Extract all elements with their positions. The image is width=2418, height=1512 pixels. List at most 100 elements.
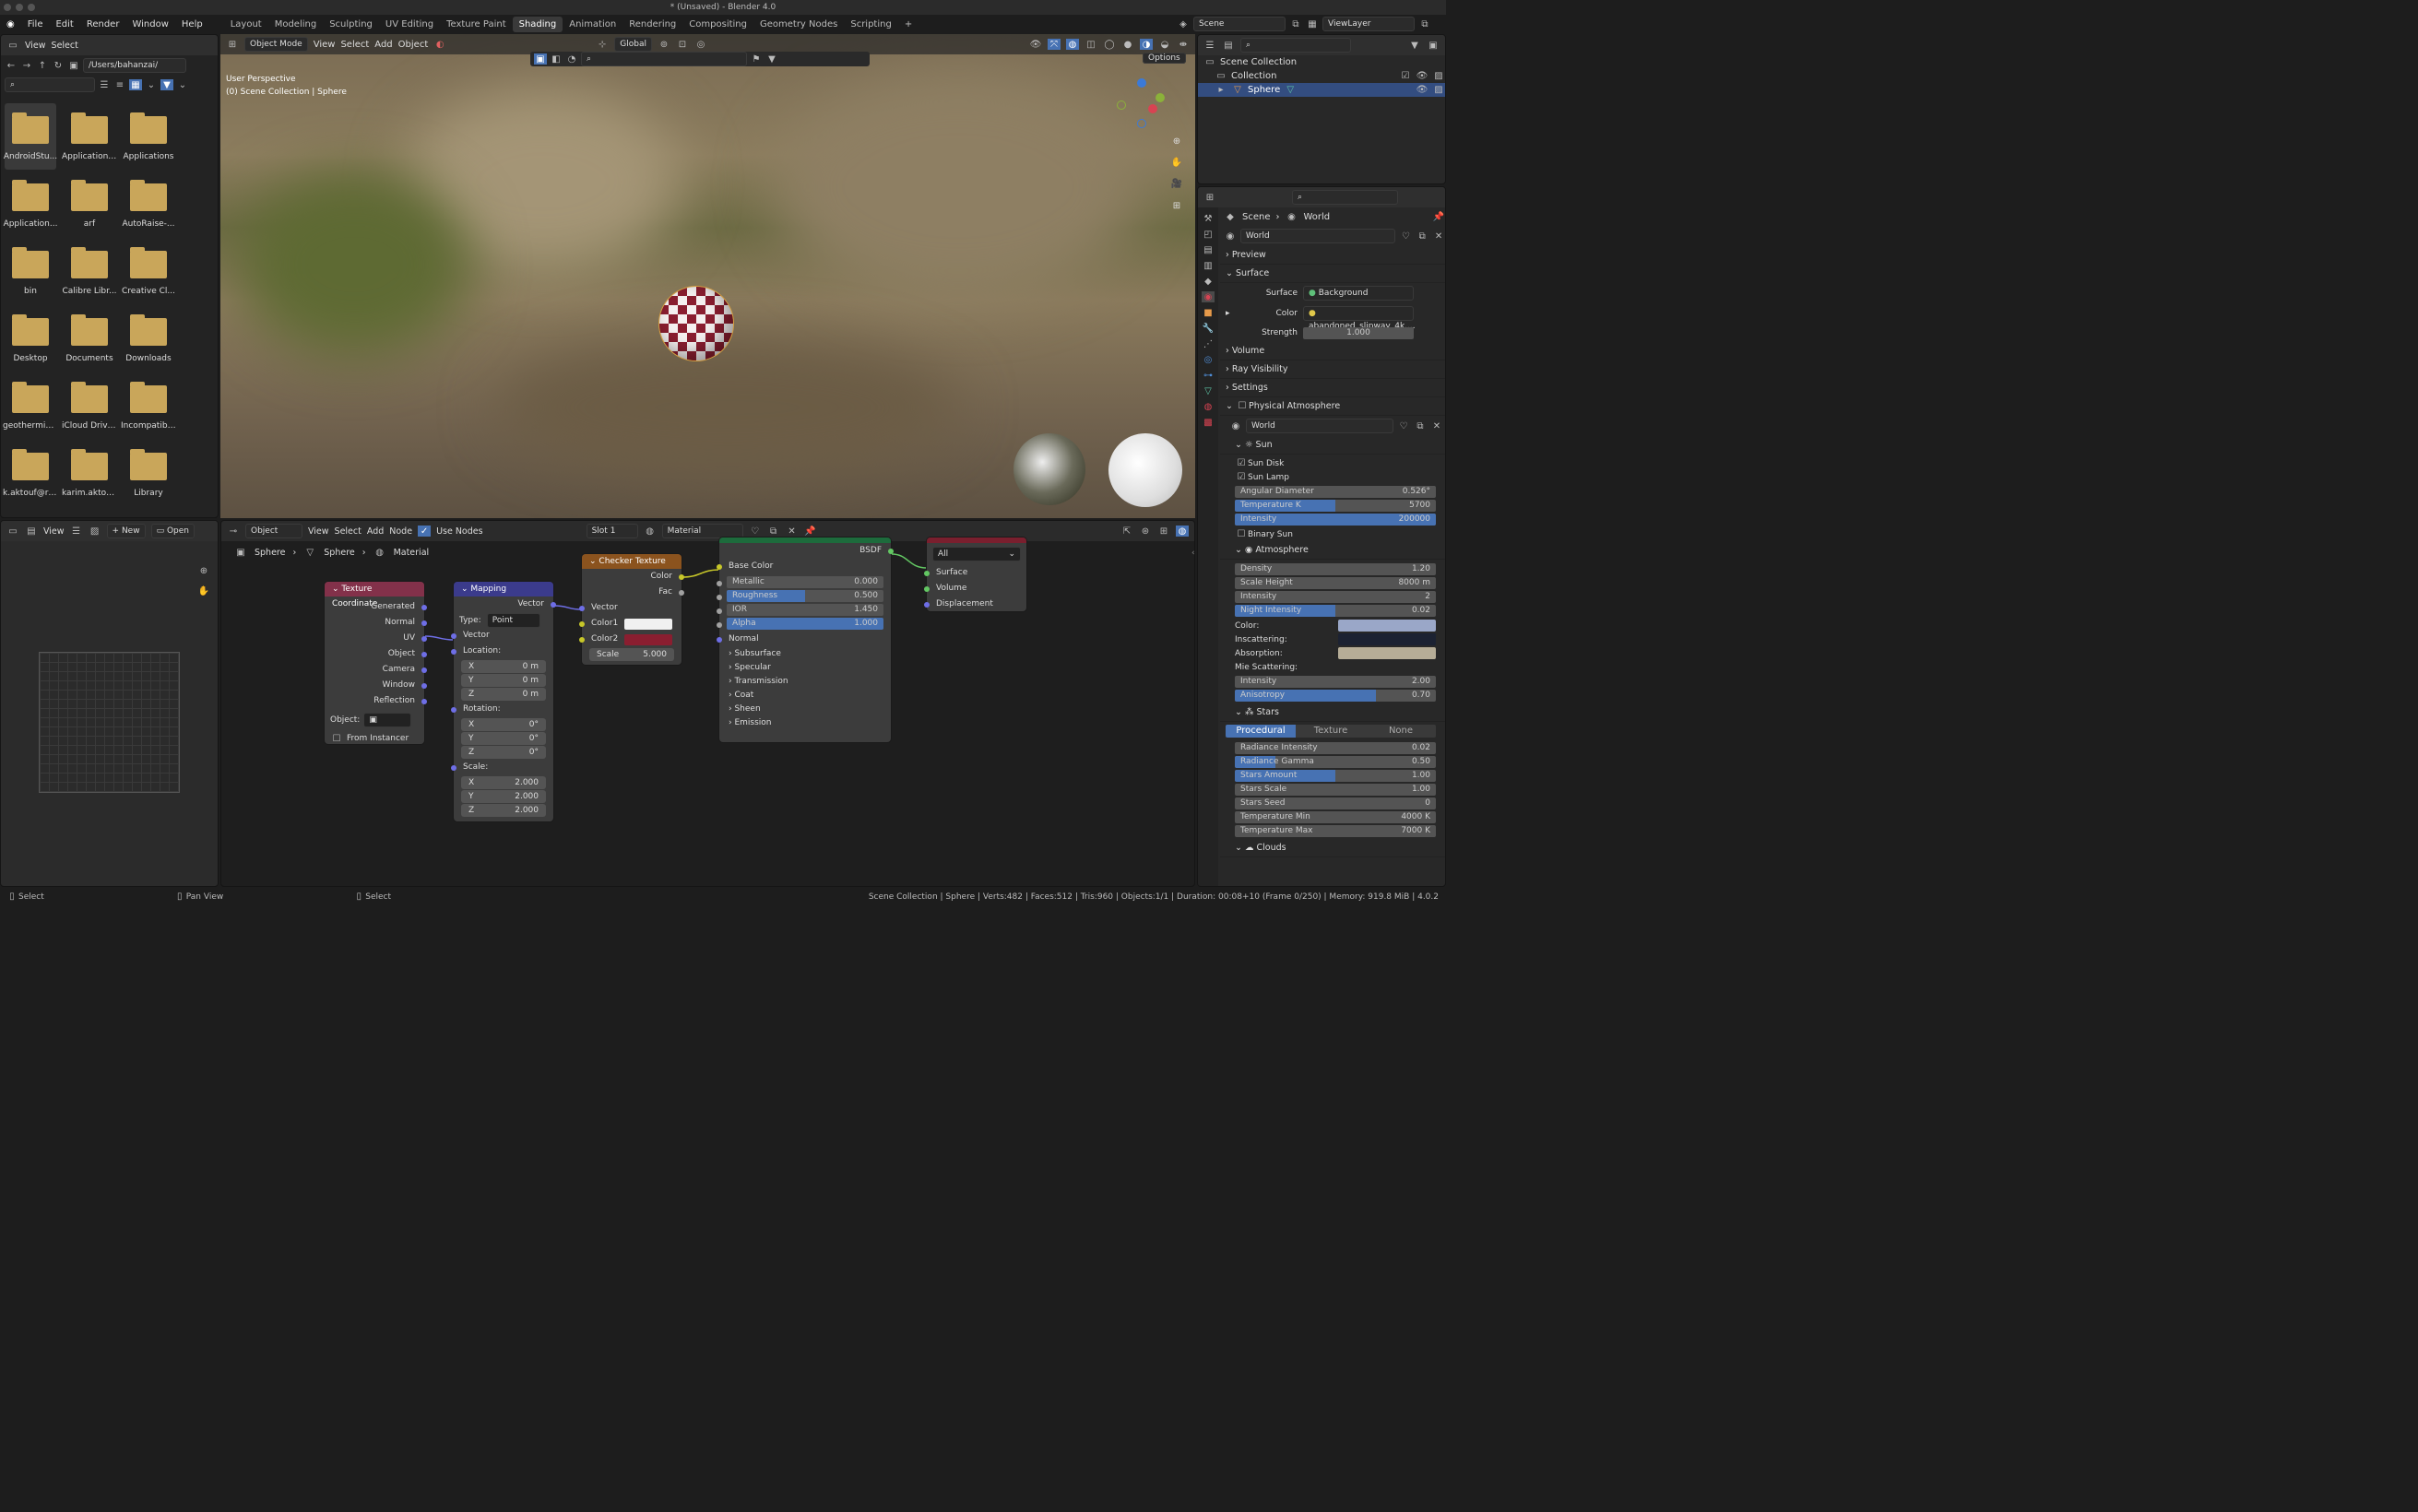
mie-slider[interactable]: Anisotropy 0.70 — [1235, 690, 1436, 702]
tool-tab-icon[interactable]: ⚒ — [1202, 213, 1215, 224]
stars-slider[interactable]: Temperature Min 4000 K — [1235, 811, 1436, 823]
hamburger-icon[interactable]: ☰ — [70, 526, 83, 537]
forward-icon[interactable]: → — [20, 60, 33, 71]
gizmo-icon[interactable]: ⤧ — [1048, 39, 1061, 50]
mapping-rotation-field[interactable]: Y 0° — [461, 732, 546, 745]
view-layer-copy-icon[interactable]: ⧉ — [1418, 18, 1431, 30]
bookmark-icon[interactable]: ⚑ — [750, 53, 763, 65]
new-collection-icon[interactable]: ▣ — [1427, 40, 1440, 51]
checker-texture-node[interactable]: ⌄ Checker Texture Color Fac Vector Color… — [579, 554, 684, 665]
eye-icon[interactable]: 👁 — [1416, 71, 1428, 82]
atm-color-swatch[interactable] — [1338, 620, 1436, 632]
menu-file[interactable]: File — [21, 19, 50, 30]
bsdf-coat-panel[interactable]: › Coat — [719, 689, 891, 703]
object-type-icon[interactable]: ◧ — [550, 53, 563, 65]
color-texture-field[interactable]: ● abandoned_slipway_4k.... — [1303, 306, 1416, 331]
expand-arrow-icon[interactable]: ▸ — [1215, 85, 1227, 96]
file-item[interactable]: Applications — [121, 112, 176, 161]
stars-slider[interactable]: Stars Scale 1.00 — [1235, 784, 1436, 796]
tab-modeling[interactable]: Modeling — [268, 17, 324, 32]
orientation-selector[interactable]: Global — [614, 37, 652, 52]
mapping-type-dropdown[interactable]: Point — [486, 612, 540, 628]
menu-window[interactable]: Window — [125, 19, 174, 30]
new-image-button[interactable]: + New — [106, 524, 146, 538]
texcoord-object-field[interactable]: ▣ — [363, 713, 412, 727]
menu-render[interactable]: Render — [80, 19, 126, 30]
file-item[interactable]: Application ... — [62, 112, 117, 161]
stars-none-tab[interactable]: None — [1366, 725, 1436, 738]
eye-icon[interactable]: 👁 — [1416, 85, 1428, 96]
ie-view-menu[interactable]: View — [43, 526, 65, 537]
world-browse-icon[interactable]: ◉ — [1224, 230, 1237, 242]
preview-panel[interactable]: › Preview — [1220, 246, 1445, 265]
render-tab-icon[interactable]: ◰ — [1202, 229, 1215, 240]
viewport-extra-icon[interactable]: ⇼ — [1177, 39, 1190, 50]
sun-lamp-checkbox[interactable]: ☑ Sun Lamp — [1235, 470, 1436, 484]
fb-view-menu[interactable]: View — [25, 41, 46, 51]
world-tab-icon[interactable]: ◉ — [1202, 291, 1215, 302]
editor-type-icon[interactable]: ▭ — [6, 526, 19, 537]
stars-slider[interactable]: Radiance Gamma 0.50 — [1235, 756, 1436, 768]
material-icon[interactable]: ◐ — [433, 39, 446, 50]
display-mode-icon[interactable]: ▤ — [1222, 40, 1235, 51]
camera-icon[interactable]: ▨ — [1432, 71, 1445, 82]
file-item[interactable]: Downloads — [121, 314, 176, 363]
mapping-scale-field[interactable]: Z 2.000 — [461, 804, 546, 817]
mapping-in-socket[interactable] — [451, 633, 456, 639]
checker-node-title[interactable]: ⌄ Checker Texture — [582, 554, 682, 569]
file-item[interactable]: iCloud Drive... — [62, 382, 117, 431]
snap-icon[interactable]: ⊡ — [676, 39, 689, 50]
menu-edit[interactable]: Edit — [49, 19, 79, 30]
normal-socket[interactable] — [717, 637, 722, 643]
thumbnails-icon[interactable]: ▦ — [129, 79, 142, 90]
atmosphere-slider[interactable]: Night Intensity 0.02 — [1235, 605, 1436, 617]
mapping-location-field[interactable]: Y0 m — [461, 674, 546, 687]
checker-color-socket[interactable] — [679, 574, 684, 580]
tab-scripting[interactable]: Scripting — [844, 17, 897, 32]
rendered-shading-icon[interactable]: ◒ — [1158, 39, 1171, 50]
file-item[interactable]: Incompatibl... — [121, 382, 176, 431]
base-color-socket[interactable] — [717, 564, 722, 570]
camera-view-icon[interactable]: 🎥 — [1170, 178, 1183, 189]
scene-selector[interactable]: Scene — [1193, 17, 1286, 31]
mapping-out-socket[interactable] — [551, 602, 556, 608]
bsdf-ior-field[interactable]: IOR 1.450 — [727, 604, 883, 616]
view-layer-selector[interactable]: ViewLayer — [1322, 17, 1415, 31]
atmosphere-slider[interactable]: Scale Height 8000 m — [1235, 577, 1436, 589]
list-horizontal-icon[interactable]: ≡ — [113, 79, 126, 90]
stars-subpanel[interactable]: ⌄ ⁂ Stars — [1220, 703, 1445, 722]
outliner-scene-collection[interactable]: Scene Collection — [1220, 57, 1297, 67]
back-icon[interactable]: ← — [5, 60, 18, 71]
physical-atmosphere-panel[interactable]: ⌄ ☐ Physical Atmosphere — [1220, 397, 1445, 416]
tab-shading[interactable]: Shading — [512, 16, 563, 32]
visibility-icon[interactable]: 👁 — [1029, 39, 1042, 50]
pan-hand-icon[interactable]: ✋ — [197, 585, 210, 597]
stars-slider[interactable]: Stars Amount 1.00 — [1235, 770, 1436, 782]
surface-shader-field[interactable]: ● Background — [1303, 286, 1414, 301]
output-target-dropdown[interactable]: All ⌄ — [932, 547, 1021, 561]
filter-dropdown-icon[interactable]: ⌄ — [176, 79, 189, 90]
mapping-scale-field[interactable]: X 2.000 — [461, 776, 546, 789]
vp-object-menu[interactable]: Object — [398, 40, 429, 50]
3d-viewport[interactable]: ⊞ Object Mode View Select Add Object ◐ ⊹… — [220, 34, 1195, 518]
output-tab-icon[interactable]: ▤ — [1202, 244, 1215, 255]
sun-slider[interactable]: Angular Diameter 0.526° — [1235, 486, 1436, 498]
outliner-search-input[interactable]: ⌕ — [1240, 38, 1351, 53]
sun-disk-checkbox[interactable]: ☑ Sun Disk — [1235, 456, 1436, 470]
strength-field[interactable]: 1.000 — [1303, 326, 1414, 339]
mesh-data-icon[interactable]: ▽ — [1284, 85, 1297, 96]
select-box-icon[interactable]: ▣ — [534, 53, 547, 65]
tab-texture-paint[interactable]: Texture Paint — [440, 17, 513, 32]
bsdf-alpha-field[interactable]: Alpha 1.000 — [727, 618, 883, 630]
pin-icon[interactable]: 📌 — [1432, 211, 1445, 222]
mapping-location-field[interactable]: X0 m — [461, 660, 546, 673]
file-item[interactable]: geothermie... — [3, 382, 58, 431]
blender-logo-icon[interactable]: ◉ — [0, 19, 21, 30]
tab-rendering[interactable]: Rendering — [622, 17, 682, 32]
editor-type-icon[interactable]: ⊞ — [1203, 192, 1216, 203]
file-item[interactable]: Creative Cl... — [121, 247, 176, 296]
ortho-grid-icon[interactable]: ⊞ — [1170, 200, 1183, 211]
bsdf-roughness-field[interactable]: Roughness 0.500 — [727, 590, 883, 602]
mapping-rotation-field[interactable]: X 0° — [461, 718, 546, 731]
bsdf-subsurface-panel[interactable]: › Subsurface — [719, 647, 891, 661]
